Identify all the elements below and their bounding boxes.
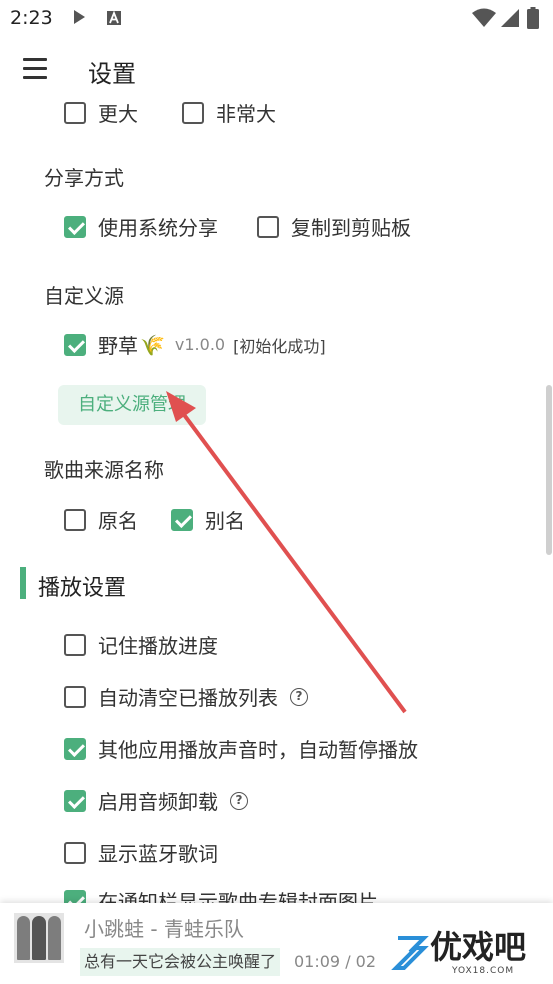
song-title: 小跳蛙 - 青蛙乐队 — [84, 917, 244, 941]
current-lyric: 总有一天它会被公主唤醒了 — [80, 948, 281, 976]
annotation-arrow — [166, 391, 407, 714]
watermark-logo: 优戏吧 YOX18.COM — [390, 920, 550, 984]
watermark-text: 优戏吧 — [430, 928, 527, 966]
album-cover[interactable] — [14, 913, 64, 963]
watermark-url: YOX18.COM — [452, 966, 515, 976]
play-time: 01:09 / 02 — [294, 952, 377, 971]
logo-icon — [391, 936, 429, 970]
